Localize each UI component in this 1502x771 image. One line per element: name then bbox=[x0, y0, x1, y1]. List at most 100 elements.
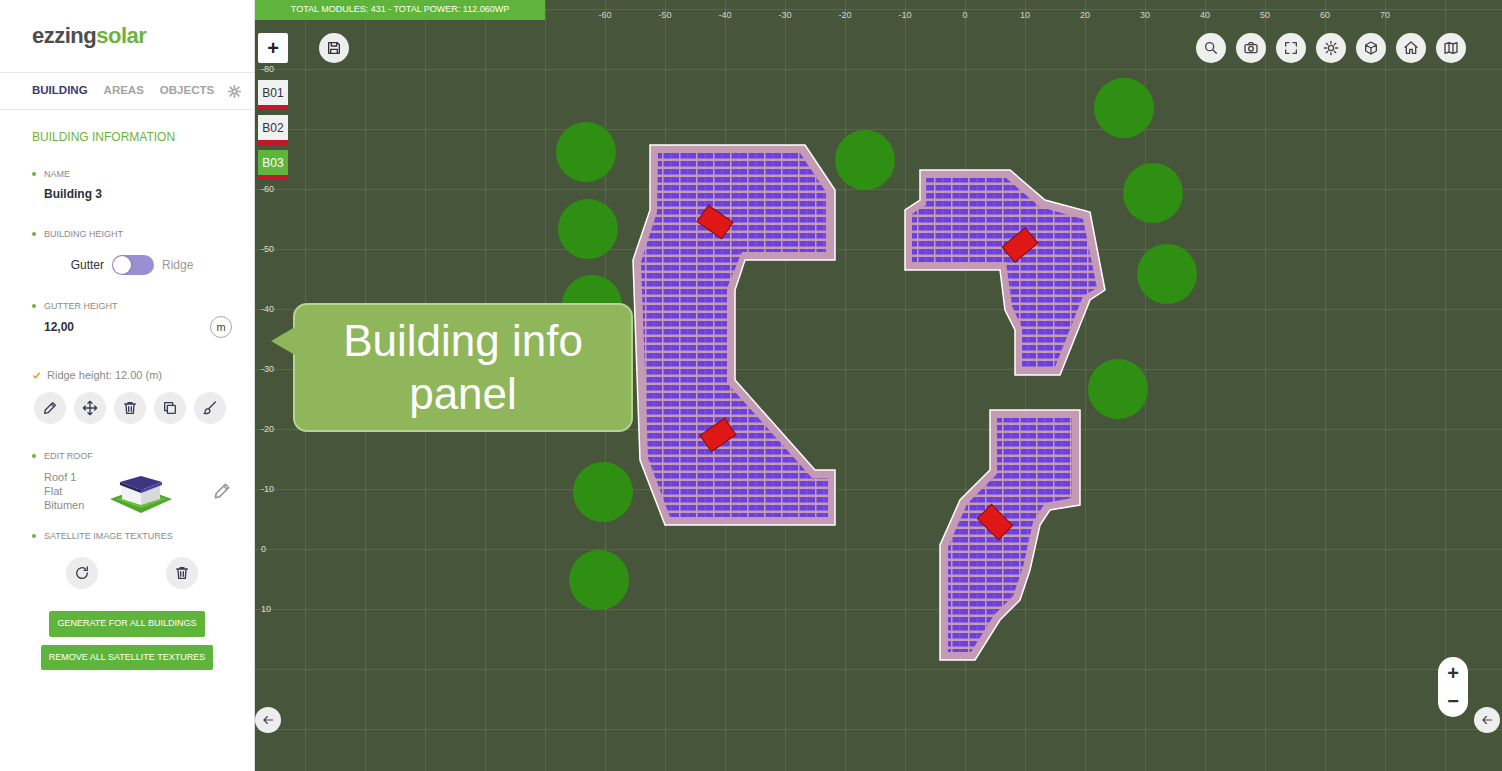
field-label: EDIT ROOF bbox=[44, 450, 93, 462]
section-title: BUILDING INFORMATION bbox=[32, 130, 232, 144]
texture-buttons: GENERATE FOR ALL BUILDINGS REMOVE ALL SAT… bbox=[0, 611, 254, 670]
refresh-icon[interactable] bbox=[66, 557, 98, 589]
sun-icon[interactable] bbox=[1316, 33, 1346, 63]
x-tick: -60 bbox=[598, 10, 611, 21]
3d-cube-icon[interactable] bbox=[1356, 33, 1386, 63]
map-toolbar bbox=[1196, 33, 1466, 63]
tree-pin[interactable] bbox=[556, 122, 616, 182]
logo-accent: solar bbox=[96, 23, 146, 48]
edit-roof-pencil-icon[interactable] bbox=[212, 481, 232, 501]
building-name[interactable]: Building 3 bbox=[32, 186, 232, 202]
field-label: GUTTER HEIGHT bbox=[44, 300, 118, 312]
y-tick: -20 bbox=[261, 424, 274, 435]
texture-button[interactable]: GENERATE FOR ALL BUILDINGS bbox=[49, 611, 204, 637]
field-label: NAME bbox=[44, 168, 70, 180]
y-tick: -10 bbox=[261, 484, 274, 495]
tree-pin[interactable] bbox=[558, 199, 618, 259]
tree-pin[interactable] bbox=[1094, 78, 1154, 138]
roof-detail: Bitumen bbox=[44, 498, 108, 512]
satellite-actions bbox=[32, 557, 232, 589]
building-tab[interactable]: B03 bbox=[258, 150, 288, 180]
y-tick: -80 bbox=[261, 64, 274, 75]
bullet-dot bbox=[32, 304, 36, 308]
flat-roof-house-icon[interactable] bbox=[108, 468, 174, 514]
ridge-height: Ridge height: 12.00 (m) bbox=[47, 368, 162, 382]
collapse-right-arrow-icon[interactable] bbox=[1474, 707, 1500, 733]
building-panel: ezzingsolar BUILDING AREAS OBJECTS BUILDIN… bbox=[0, 0, 255, 771]
delete-trash-icon[interactable] bbox=[114, 392, 146, 424]
tree-pin[interactable] bbox=[835, 130, 895, 190]
height-toggle-row: Gutter Ridge bbox=[32, 254, 232, 276]
toggle-right-label: Ridge bbox=[162, 256, 193, 274]
gutter-height-value[interactable]: 12,00 bbox=[32, 319, 74, 335]
settings-gear-icon[interactable] bbox=[228, 85, 241, 98]
building-b03[interactable] bbox=[940, 410, 1080, 660]
search-magnifier-icon[interactable] bbox=[1196, 33, 1226, 63]
x-tick: 40 bbox=[1200, 10, 1210, 21]
toggle-knob[interactable] bbox=[113, 256, 131, 274]
move-arrows-icon[interactable] bbox=[74, 392, 106, 424]
tree-pin[interactable] bbox=[1123, 163, 1183, 223]
fullscreen-expand-icon[interactable] bbox=[1276, 33, 1306, 63]
bullet-dot bbox=[32, 454, 36, 458]
roof-detail: Flat bbox=[44, 484, 108, 498]
x-tick: 70 bbox=[1380, 10, 1390, 21]
zoom-in-button[interactable]: + bbox=[1447, 659, 1459, 687]
toggle-left-label: Gutter bbox=[71, 256, 104, 274]
paint-brush-icon[interactable] bbox=[194, 392, 226, 424]
name-label-row: NAME bbox=[32, 168, 232, 180]
roof-obstacles[interactable] bbox=[697, 205, 1038, 539]
sidebar-tab[interactable]: BUILDING bbox=[32, 82, 88, 99]
sidebar-tab[interactable]: AREAS bbox=[104, 82, 144, 99]
building-b02[interactable] bbox=[905, 170, 1105, 375]
building-tab[interactable]: B02 bbox=[258, 115, 288, 145]
camera-icon[interactable] bbox=[1236, 33, 1266, 63]
edit-pencil-icon[interactable] bbox=[34, 392, 66, 424]
bullet-dot bbox=[32, 232, 36, 236]
satellite-label-row: SATELLITE IMAGE TEXTURES bbox=[32, 530, 232, 542]
zoom-control: + − bbox=[1438, 657, 1468, 717]
tree-pin[interactable] bbox=[1088, 359, 1148, 419]
x-tick: -30 bbox=[778, 10, 791, 21]
bullet-dot bbox=[32, 534, 36, 538]
save-disk-icon[interactable] bbox=[319, 33, 349, 63]
x-tick: 10 bbox=[1020, 10, 1030, 21]
height-toggle[interactable] bbox=[112, 255, 154, 275]
texture-button[interactable]: REMOVE ALL SATELLITE TEXTURES bbox=[41, 645, 213, 671]
y-tick: -40 bbox=[261, 304, 274, 315]
x-tick: -40 bbox=[718, 10, 731, 21]
unit-button[interactable]: m bbox=[210, 316, 232, 338]
totals-bar: TOTAL MODULES: 431 - TOTAL POWER: 112.06… bbox=[255, 0, 545, 20]
tree-pin[interactable] bbox=[573, 462, 633, 522]
tree-pin[interactable] bbox=[569, 550, 629, 610]
y-tick: 0 bbox=[261, 544, 266, 555]
x-tick: -10 bbox=[898, 10, 911, 21]
delete-trash-icon[interactable] bbox=[166, 557, 198, 589]
map-icon[interactable] bbox=[1436, 33, 1466, 63]
home-icon[interactable] bbox=[1396, 33, 1426, 63]
add-building-button[interactable]: + bbox=[258, 33, 288, 63]
building-b01[interactable] bbox=[633, 145, 835, 525]
panel-tabs: BUILDING AREAS OBJECTS bbox=[0, 72, 254, 110]
sidebar-tab[interactable]: OBJECTS bbox=[160, 82, 214, 99]
field-label: BUILDING HEIGHT bbox=[44, 228, 123, 240]
copy-icon[interactable] bbox=[154, 392, 186, 424]
map-canvas[interactable]: -60-50-40-30-20-10010203040506070 -80-60… bbox=[255, 0, 1502, 771]
x-tick: 20 bbox=[1080, 10, 1090, 21]
x-tick: 30 bbox=[1140, 10, 1150, 21]
y-tick: 10 bbox=[261, 604, 271, 615]
tree-pin[interactable] bbox=[1137, 244, 1197, 304]
check-icon bbox=[32, 371, 41, 380]
gutter-row: 12,00 m bbox=[32, 316, 232, 338]
logo: ezzingsolar bbox=[0, 0, 254, 72]
roof-label-row: EDIT ROOF bbox=[32, 450, 232, 462]
collapse-left-arrow-icon[interactable] bbox=[255, 707, 281, 733]
ridge-row: Ridge height: 12.00 (m) bbox=[32, 368, 232, 382]
y-tick: -50 bbox=[261, 244, 274, 255]
tab-list: BUILDING AREAS OBJECTS bbox=[32, 82, 214, 99]
building-tab[interactable]: B01 bbox=[258, 80, 288, 110]
building-actions bbox=[32, 392, 232, 424]
field-label: SATELLITE IMAGE TEXTURES bbox=[44, 530, 173, 542]
zoom-out-button[interactable]: − bbox=[1447, 687, 1459, 715]
x-tick: 50 bbox=[1260, 10, 1270, 21]
